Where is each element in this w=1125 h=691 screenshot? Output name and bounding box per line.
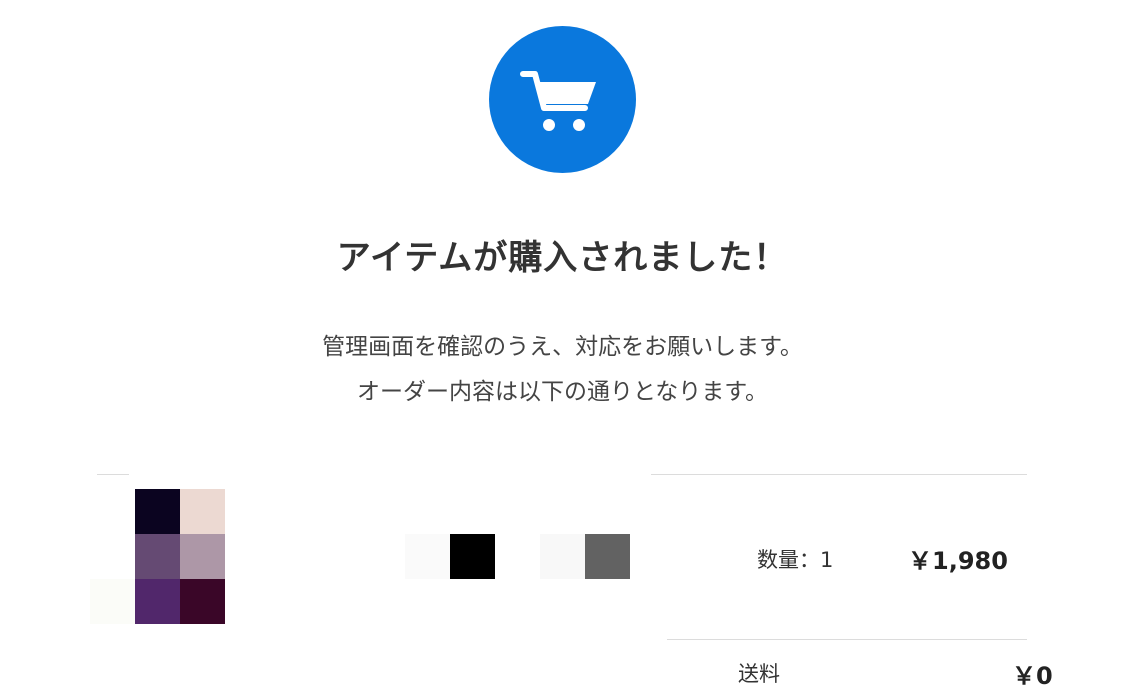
instruction-text: 管理画面を確認のうえ、対応をお願いします。 <box>322 334 803 360</box>
product-thumbnail <box>90 489 225 624</box>
order-intro-text: オーダー内容は以下の通りとなります。 <box>356 379 768 405</box>
thumbnail-tile <box>90 534 135 579</box>
thumbnail-tile <box>180 579 225 624</box>
quantity-text: 数量：1 <box>757 548 834 572</box>
shipping-label: 送料 <box>738 662 780 686</box>
thumbnail-tile <box>180 489 225 534</box>
thumbnail-tile <box>135 579 180 624</box>
page-title: アイテムが購入されました！ <box>336 238 789 278</box>
divider <box>651 474 1027 475</box>
option-swatch <box>450 534 495 579</box>
item-price: ￥1,980 <box>908 547 1008 575</box>
option-swatch <box>540 534 585 579</box>
divider <box>97 474 129 475</box>
shopping-cart-icon <box>520 71 596 131</box>
shipping-price: ￥0 <box>1012 662 1053 690</box>
thumbnail-tile <box>180 534 225 579</box>
thumbnail-tile <box>135 534 180 579</box>
option-swatch <box>585 534 630 579</box>
cart-badge <box>489 26 636 173</box>
thumbnail-tile <box>90 579 135 624</box>
thumbnail-tile <box>90 489 135 534</box>
divider <box>667 639 1027 640</box>
option-swatch <box>405 534 450 579</box>
thumbnail-tile <box>135 489 180 534</box>
